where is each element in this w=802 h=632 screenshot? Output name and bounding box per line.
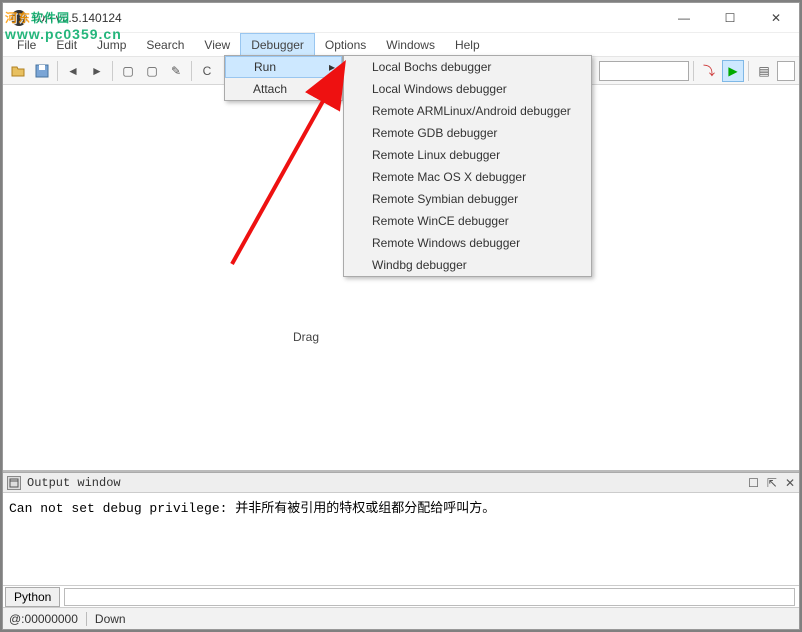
status-state: Down bbox=[95, 612, 126, 626]
debugger-select[interactable] bbox=[599, 61, 689, 81]
toolbar-separator bbox=[112, 61, 113, 81]
toolbar-separator bbox=[57, 61, 58, 81]
submenu-run-label: Run bbox=[254, 60, 276, 74]
note-icon[interactable]: ✎ bbox=[165, 60, 187, 82]
menu-edit[interactable]: Edit bbox=[46, 33, 87, 56]
run-item-remote-wince[interactable]: Remote WinCE debugger bbox=[344, 210, 591, 232]
run-item-remote-gdb[interactable]: Remote GDB debugger bbox=[344, 122, 591, 144]
forward-icon[interactable]: ► bbox=[86, 60, 108, 82]
debugger-submenu: Run ▸ Attach ▸ bbox=[224, 55, 343, 101]
menu-windows[interactable]: Windows bbox=[376, 33, 445, 56]
menu-options[interactable]: Options bbox=[315, 33, 376, 56]
search-bin-icon[interactable]: ▢ bbox=[141, 60, 163, 82]
run-icon[interactable]: ▶ bbox=[722, 60, 744, 82]
windows-icon[interactable]: ▤ bbox=[753, 60, 775, 82]
run-item-remote-windows[interactable]: Remote Windows debugger bbox=[344, 232, 591, 254]
menu-search[interactable]: Search bbox=[136, 33, 194, 56]
save-icon[interactable] bbox=[31, 60, 53, 82]
run-item-local-bochs[interactable]: Local Bochs debugger bbox=[344, 56, 591, 78]
windows-dropdown[interactable] bbox=[777, 61, 795, 81]
command-row: Python bbox=[3, 585, 799, 607]
run-item-windbg[interactable]: Windbg debugger bbox=[344, 254, 591, 276]
menu-jump[interactable]: Jump bbox=[87, 33, 136, 56]
back-icon[interactable]: ◄ bbox=[62, 60, 84, 82]
output-panel: Output window ☐ ⇱ ✕ Can not set debug pr… bbox=[3, 472, 799, 607]
command-lang-label[interactable]: Python bbox=[5, 587, 60, 607]
submenu-attach-label: Attach bbox=[253, 82, 287, 96]
toolbar-separator bbox=[191, 61, 192, 81]
open-icon[interactable] bbox=[7, 60, 29, 82]
run-item-local-windows[interactable]: Local Windows debugger bbox=[344, 78, 591, 100]
toolbar-separator bbox=[693, 61, 694, 81]
menu-file[interactable]: File bbox=[7, 33, 46, 56]
titlebar: IDA v6.5.140124 — ☐ ✕ bbox=[3, 3, 799, 33]
close-button[interactable]: ✕ bbox=[753, 3, 799, 33]
submenu-run[interactable]: Run ▸ bbox=[225, 56, 342, 78]
panel-pin-icon[interactable]: ⇱ bbox=[767, 476, 777, 490]
output-icon bbox=[7, 476, 21, 490]
window-title: IDA v6.5.140124 bbox=[33, 11, 661, 25]
run-submenu: Local Bochs debugger Local Windows debug… bbox=[343, 55, 592, 277]
status-address: @:00000000 bbox=[9, 612, 78, 626]
command-input[interactable] bbox=[64, 588, 795, 606]
search-text-icon[interactable]: ▢ bbox=[117, 60, 139, 82]
menubar: File Edit Jump Search View Debugger Opti… bbox=[3, 33, 799, 57]
maximize-button[interactable]: ☐ bbox=[707, 3, 753, 33]
menu-view[interactable]: View bbox=[194, 33, 240, 56]
panel-restore-icon[interactable]: ☐ bbox=[748, 476, 759, 490]
menu-debugger[interactable]: Debugger bbox=[240, 33, 315, 56]
chevron-right-icon: ▸ bbox=[330, 82, 336, 96]
statusbar: @:00000000 Down bbox=[3, 607, 799, 629]
toolbar-separator bbox=[748, 61, 749, 81]
minimize-button[interactable]: — bbox=[661, 3, 707, 33]
window-controls: — ☐ ✕ bbox=[661, 3, 799, 33]
code-icon[interactable]: C bbox=[196, 60, 218, 82]
submenu-attach[interactable]: Attach ▸ bbox=[225, 78, 342, 100]
output-text[interactable]: Can not set debug privilege: 并非所有被引用的特权或… bbox=[3, 493, 799, 585]
chevron-right-icon: ▸ bbox=[329, 60, 335, 74]
run-item-remote-linux[interactable]: Remote Linux debugger bbox=[344, 144, 591, 166]
panel-close-icon[interactable]: ✕ bbox=[785, 476, 795, 490]
run-item-remote-arm[interactable]: Remote ARMLinux/Android debugger bbox=[344, 100, 591, 122]
run-item-remote-symbian[interactable]: Remote Symbian debugger bbox=[344, 188, 591, 210]
output-title: Output window bbox=[27, 476, 748, 490]
app-icon bbox=[11, 10, 27, 26]
run-item-remote-macosx[interactable]: Remote Mac OS X debugger bbox=[344, 166, 591, 188]
menu-help[interactable]: Help bbox=[445, 33, 490, 56]
step-into-icon[interactable]: ⤵ bbox=[698, 60, 720, 82]
output-header: Output window ☐ ⇱ ✕ bbox=[3, 473, 799, 493]
drag-hint: Drag bbox=[293, 330, 319, 344]
app-window: IDA v6.5.140124 — ☐ ✕ File Edit Jump Sea… bbox=[2, 2, 800, 630]
